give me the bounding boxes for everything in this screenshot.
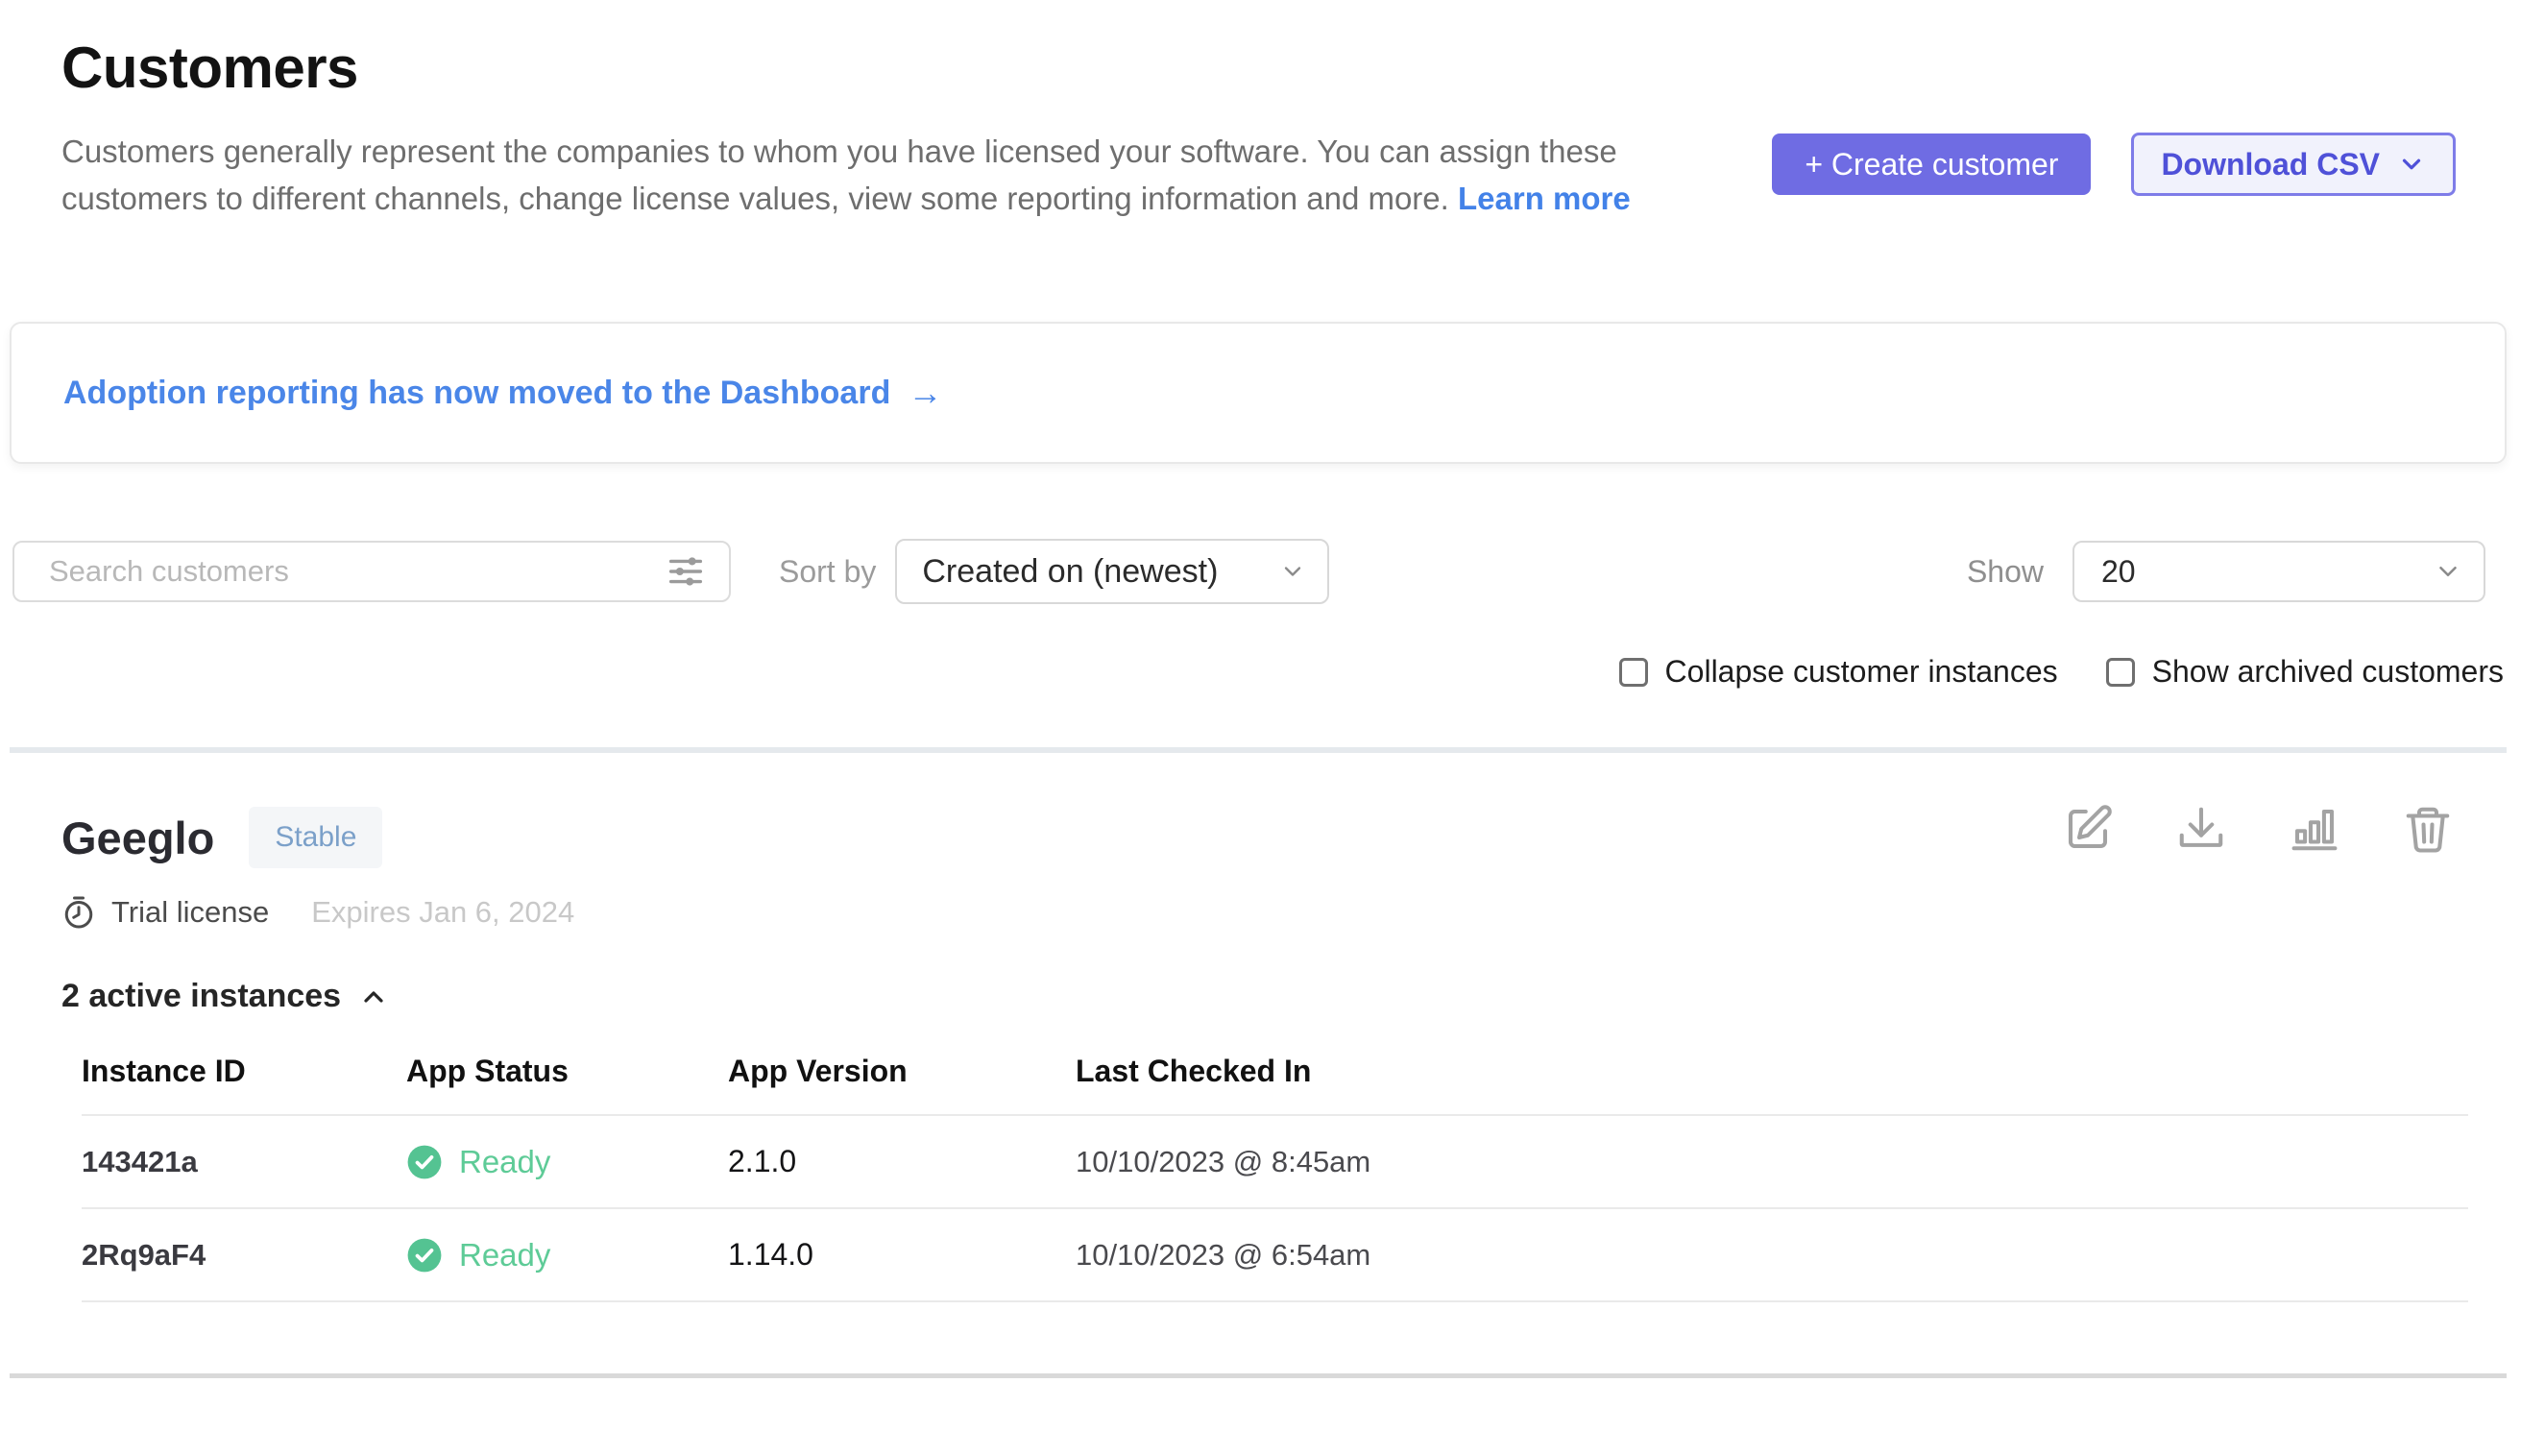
collapse-instances-checkbox-input[interactable] (1619, 658, 1648, 687)
filter-bar: Sort by Created on (newest) Show 20 (12, 539, 2485, 604)
check-circle-icon (406, 1237, 443, 1274)
chevron-down-icon (1279, 558, 1306, 585)
timer-icon (61, 895, 96, 930)
edit-customer-icon[interactable] (2062, 803, 2114, 855)
customer-card: Geeglo Stable (0, 753, 2545, 1302)
table-row: 2Rq9aF4 Ready 1.14.0 10/10/2023 @ 6:54am (82, 1209, 2468, 1302)
show-archived-checkbox-input[interactable] (2106, 658, 2135, 687)
sort-selected-value: Created on (newest) (922, 553, 1218, 591)
instances-table: Instance ID App Status App Version Last … (82, 1044, 2468, 1302)
cell-last-checked-in: 10/10/2023 @ 6:54am (1076, 1238, 2468, 1273)
show-selected-value: 20 (2101, 554, 2136, 590)
download-license-icon[interactable] (2175, 803, 2227, 855)
status-label: Ready (459, 1144, 550, 1180)
adoption-reporting-banner: Adoption reporting has now moved to the … (10, 322, 2507, 464)
page-title: Customers (61, 35, 2454, 101)
banner-text: Adoption reporting has now moved to the … (63, 375, 890, 412)
show-label: Show (1967, 554, 2044, 590)
collapse-instances-checkbox[interactable]: Collapse customer instances (1619, 654, 2058, 690)
table-header-row: Instance ID App Status App Version Last … (82, 1044, 2468, 1116)
cell-instance-id: 2Rq9aF4 (82, 1238, 406, 1273)
create-customer-button[interactable]: + Create customer (1772, 133, 2091, 195)
instances-summary: 2 active instances (61, 978, 341, 1015)
customer-name[interactable]: Geeglo (61, 812, 214, 864)
page-description: Customers generally represent the compan… (61, 128, 1675, 222)
chevron-down-icon (2434, 557, 2462, 586)
license-expiration: Expires Jan 6, 2024 (311, 895, 574, 930)
status-label: Ready (459, 1237, 550, 1274)
cell-instance-id: 143421a (82, 1145, 406, 1179)
cell-app-version: 1.14.0 (728, 1237, 1076, 1273)
page-description-text: Customers generally represent the compan… (61, 133, 1617, 216)
collapse-instances-label: Collapse customer instances (1665, 654, 2058, 690)
bottom-divider (10, 1373, 2507, 1378)
header-app-version: App Version (728, 1054, 1076, 1089)
filter-sliders-icon[interactable] (664, 549, 708, 594)
header-actions: + Create customer Download CSV (1772, 133, 2456, 196)
show-archived-label: Show archived customers (2152, 654, 2504, 690)
cell-last-checked-in: 10/10/2023 @ 8:45am (1076, 1145, 2468, 1179)
cell-app-version: 2.1.0 (728, 1144, 1076, 1179)
checkbox-row: Collapse customer instances Show archive… (0, 654, 2504, 690)
header-last-checked-in: Last Checked In (1076, 1054, 2468, 1089)
show-count-select[interactable]: 20 (2072, 541, 2485, 602)
header-app-status: App Status (406, 1054, 728, 1089)
show-archived-checkbox[interactable]: Show archived customers (2106, 654, 2504, 690)
adoption-reporting-link[interactable]: Adoption reporting has now moved to the … (63, 373, 942, 413)
search-box (12, 541, 731, 602)
channel-badge: Stable (249, 807, 382, 868)
license-row: Trial license Expires Jan 6, 2024 (61, 895, 2454, 930)
sort-by-label: Sort by (779, 554, 876, 590)
instances-toggle[interactable]: 2 active instances (61, 978, 389, 1015)
search-input[interactable] (14, 543, 729, 600)
chevron-up-icon (358, 982, 389, 1012)
cell-app-status: Ready (406, 1237, 728, 1274)
download-csv-button[interactable]: Download CSV (2131, 133, 2456, 196)
cell-app-status: Ready (406, 1144, 728, 1180)
download-csv-label: Download CSV (2161, 147, 2380, 182)
license-type: Trial license (111, 895, 269, 930)
page-header: Customers Customers generally represent … (0, 0, 2545, 222)
table-row: 143421a Ready 2.1.0 10/10/2023 @ 8:45am (82, 1116, 2468, 1209)
header-instance-id: Instance ID (82, 1054, 406, 1089)
customer-reporting-icon[interactable] (2289, 803, 2340, 855)
learn-more-link[interactable]: Learn more (1458, 181, 1631, 216)
check-circle-icon (406, 1144, 443, 1180)
arrow-right-icon: → (908, 373, 942, 413)
chevron-down-icon (2397, 150, 2426, 179)
sort-select[interactable]: Created on (newest) (895, 539, 1329, 604)
delete-customer-icon[interactable] (2402, 803, 2454, 855)
customer-actions (2062, 803, 2454, 855)
